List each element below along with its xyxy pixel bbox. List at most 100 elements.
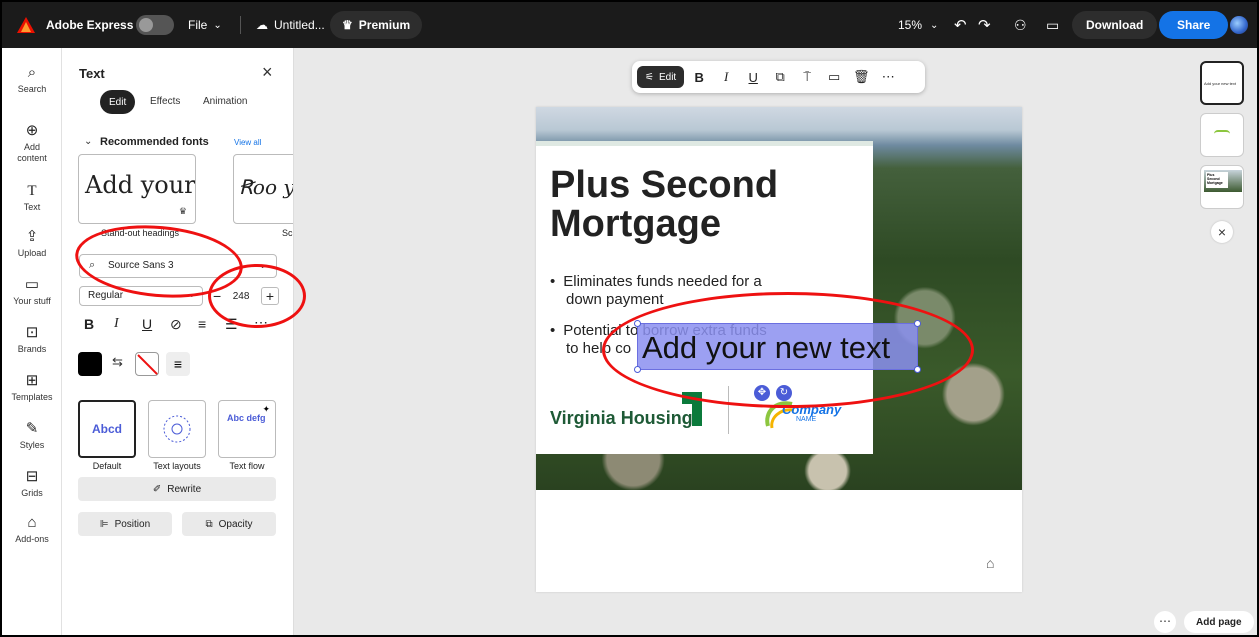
canvas-area[interactable]: ⚟ Edit B I U ⧉ ⍑ ▭ 🗑 ⋯ Plus Second Mortg… xyxy=(294,48,1257,635)
rail-item-templates[interactable]: ⊞ Templates xyxy=(2,372,62,402)
view-all-link[interactable]: View all xyxy=(234,138,261,147)
rail-item-search[interactable]: ⌕ Search xyxy=(2,64,62,94)
rail-item-addons[interactable]: ⌂ Add-ons xyxy=(2,514,62,544)
close-icon[interactable]: × xyxy=(1211,221,1233,243)
thumb-text: Add your new text xyxy=(1204,81,1237,86)
page-thumb-1[interactable]: Add your new text xyxy=(1200,61,1244,105)
text-icon: T xyxy=(27,183,37,199)
rail-item-styles[interactable]: ✎ Styles xyxy=(2,420,62,450)
comment-icon[interactable]: ▭ xyxy=(822,69,846,85)
opacity-button[interactable]: ⧉ Opacity xyxy=(182,512,276,536)
delete-icon[interactable]: 🗑 xyxy=(849,69,873,85)
italic-icon[interactable]: I xyxy=(714,69,738,85)
rail-item-text[interactable]: T Text xyxy=(2,182,62,212)
selected-text[interactable]: Add your new text xyxy=(642,330,890,366)
close-icon[interactable]: × xyxy=(262,62,273,83)
list-icon[interactable]: ☰ xyxy=(225,316,238,333)
font-size-stepper[interactable]: − 248 + xyxy=(213,286,279,306)
style-label-text-layouts: Text layouts xyxy=(144,461,210,471)
crown-icon: ♛ xyxy=(342,18,353,32)
style-text-flow[interactable]: Abc defg ✦ xyxy=(218,400,276,458)
rail-item-brands[interactable]: ⊡ Brands xyxy=(2,324,62,354)
premium-button[interactable]: ♛ Premium xyxy=(330,11,423,39)
premium-toggle[interactable] xyxy=(136,2,174,48)
avatar[interactable] xyxy=(1230,2,1248,48)
rail-item-your-stuff[interactable]: ▭ Your stuff xyxy=(2,276,62,306)
font-family-input[interactable]: ⌕ Source Sans 3 xyxy=(79,254,277,278)
font-weight-select[interactable]: Regular ⌄ xyxy=(79,286,203,306)
page-thumb-3[interactable]: Plus Second Mortgage xyxy=(1200,165,1244,209)
premium-label: Premium xyxy=(358,18,411,32)
position-button[interactable]: ⊫ Position xyxy=(78,512,172,536)
rail-item-upload[interactable]: ⇪ Upload xyxy=(2,228,62,258)
paint-format-icon[interactable]: ⍑ xyxy=(795,69,819,85)
font-card-script[interactable]: Ꞧoo y xyxy=(233,154,293,224)
panel-title: Text xyxy=(79,66,105,81)
text-color-swatch[interactable] xyxy=(78,352,102,376)
underline-icon[interactable]: U xyxy=(741,70,765,85)
tab-animation[interactable]: Animation xyxy=(203,96,247,107)
rail-label: Your stuff xyxy=(13,296,51,306)
brands-icon: ⊡ xyxy=(25,324,39,341)
style-text-layouts[interactable] xyxy=(148,400,206,458)
undo-icon[interactable]: ↶ xyxy=(954,2,967,48)
page-thumb-2[interactable] xyxy=(1200,113,1244,157)
rewrite-button[interactable]: ✐ Rewrite xyxy=(78,477,276,501)
doc-title[interactable]: ☁ Untitled... xyxy=(256,2,325,48)
more-icon[interactable]: ⋯ xyxy=(254,314,268,331)
increase-icon[interactable]: + xyxy=(261,287,279,305)
more-icon[interactable]: ⋯ xyxy=(876,69,900,85)
italic-icon[interactable]: I xyxy=(114,316,119,332)
add-page-button[interactable]: Add page xyxy=(1184,611,1254,633)
font-card-sample: Add your ne xyxy=(85,171,196,199)
chevron-down-icon[interactable]: ⌄ xyxy=(258,258,267,271)
opacity-icon: ⧉ xyxy=(205,518,213,530)
font-card-standout[interactable]: Add your ne ♛ xyxy=(78,154,196,224)
resize-handle[interactable] xyxy=(634,320,641,327)
file-menu[interactable]: File ⌄ xyxy=(188,2,222,48)
download-button[interactable]: Download xyxy=(1072,11,1158,39)
resize-handle[interactable] xyxy=(914,366,921,373)
edit-label: Edit xyxy=(658,71,677,83)
zoom-control[interactable]: 15% ⌄ xyxy=(898,2,938,48)
invite-icon[interactable]: ⚇ xyxy=(1014,2,1027,48)
align-icon[interactable]: ≡ xyxy=(198,316,206,332)
rotate-icon[interactable]: ↻ xyxy=(776,385,792,401)
chevron-down-icon[interactable]: ⌄ xyxy=(84,136,92,147)
redo-icon[interactable]: ↷ xyxy=(978,2,991,48)
bullet-text: down payment xyxy=(566,291,664,308)
no-fill-swatch[interactable] xyxy=(135,352,159,376)
design-page[interactable]: Plus Second Mortgage • Eliminates funds n… xyxy=(536,107,1022,592)
tab-edit[interactable]: Edit xyxy=(100,90,136,114)
comment-icon[interactable]: ▭ xyxy=(1046,2,1059,48)
link-icon[interactable]: ⊘ xyxy=(170,316,182,333)
edit-button[interactable]: ⚟ Edit xyxy=(637,66,685,88)
adobe-logo-icon[interactable] xyxy=(16,2,36,48)
tab-effects[interactable]: Effects xyxy=(150,96,180,107)
style-label: Text layouts xyxy=(153,461,201,471)
style-label-default: Default xyxy=(74,461,140,471)
resize-handle[interactable] xyxy=(914,320,921,327)
styles-icon: ✎ xyxy=(25,420,39,437)
bold-icon[interactable]: B xyxy=(687,70,711,85)
swap-icon[interactable]: ⇆ xyxy=(112,354,123,370)
share-button[interactable]: Share xyxy=(1159,11,1229,39)
opacity-label: Opacity xyxy=(218,518,253,530)
rail-item-grids[interactable]: ⊟ Grids xyxy=(2,468,62,498)
font-size-value[interactable]: 248 xyxy=(233,291,250,302)
more-icon[interactable]: ⋯ xyxy=(1154,611,1176,633)
selected-text-box[interactable]: Add your new text xyxy=(634,320,921,373)
move-icon[interactable]: ✥ xyxy=(754,385,770,401)
doc-title-label: Untitled... xyxy=(274,18,325,32)
duplicate-icon[interactable]: ⧉ xyxy=(768,69,792,85)
resize-handle[interactable] xyxy=(634,366,641,373)
style-default[interactable]: Abcd xyxy=(78,400,136,458)
headline[interactable]: Plus Second Mortgage xyxy=(550,166,778,244)
rail-item-add-content[interactable]: ⊕ Add content xyxy=(2,122,62,164)
bold-icon[interactable]: B xyxy=(84,316,94,332)
underline-icon[interactable]: U xyxy=(142,316,152,332)
decrease-icon[interactable]: − xyxy=(213,288,221,304)
bullet-1[interactable]: • Eliminates funds needed for a down paym… xyxy=(550,273,762,309)
thumb-logo-icon xyxy=(1214,130,1230,138)
highlight-icon[interactable]: ≡ xyxy=(166,352,190,376)
